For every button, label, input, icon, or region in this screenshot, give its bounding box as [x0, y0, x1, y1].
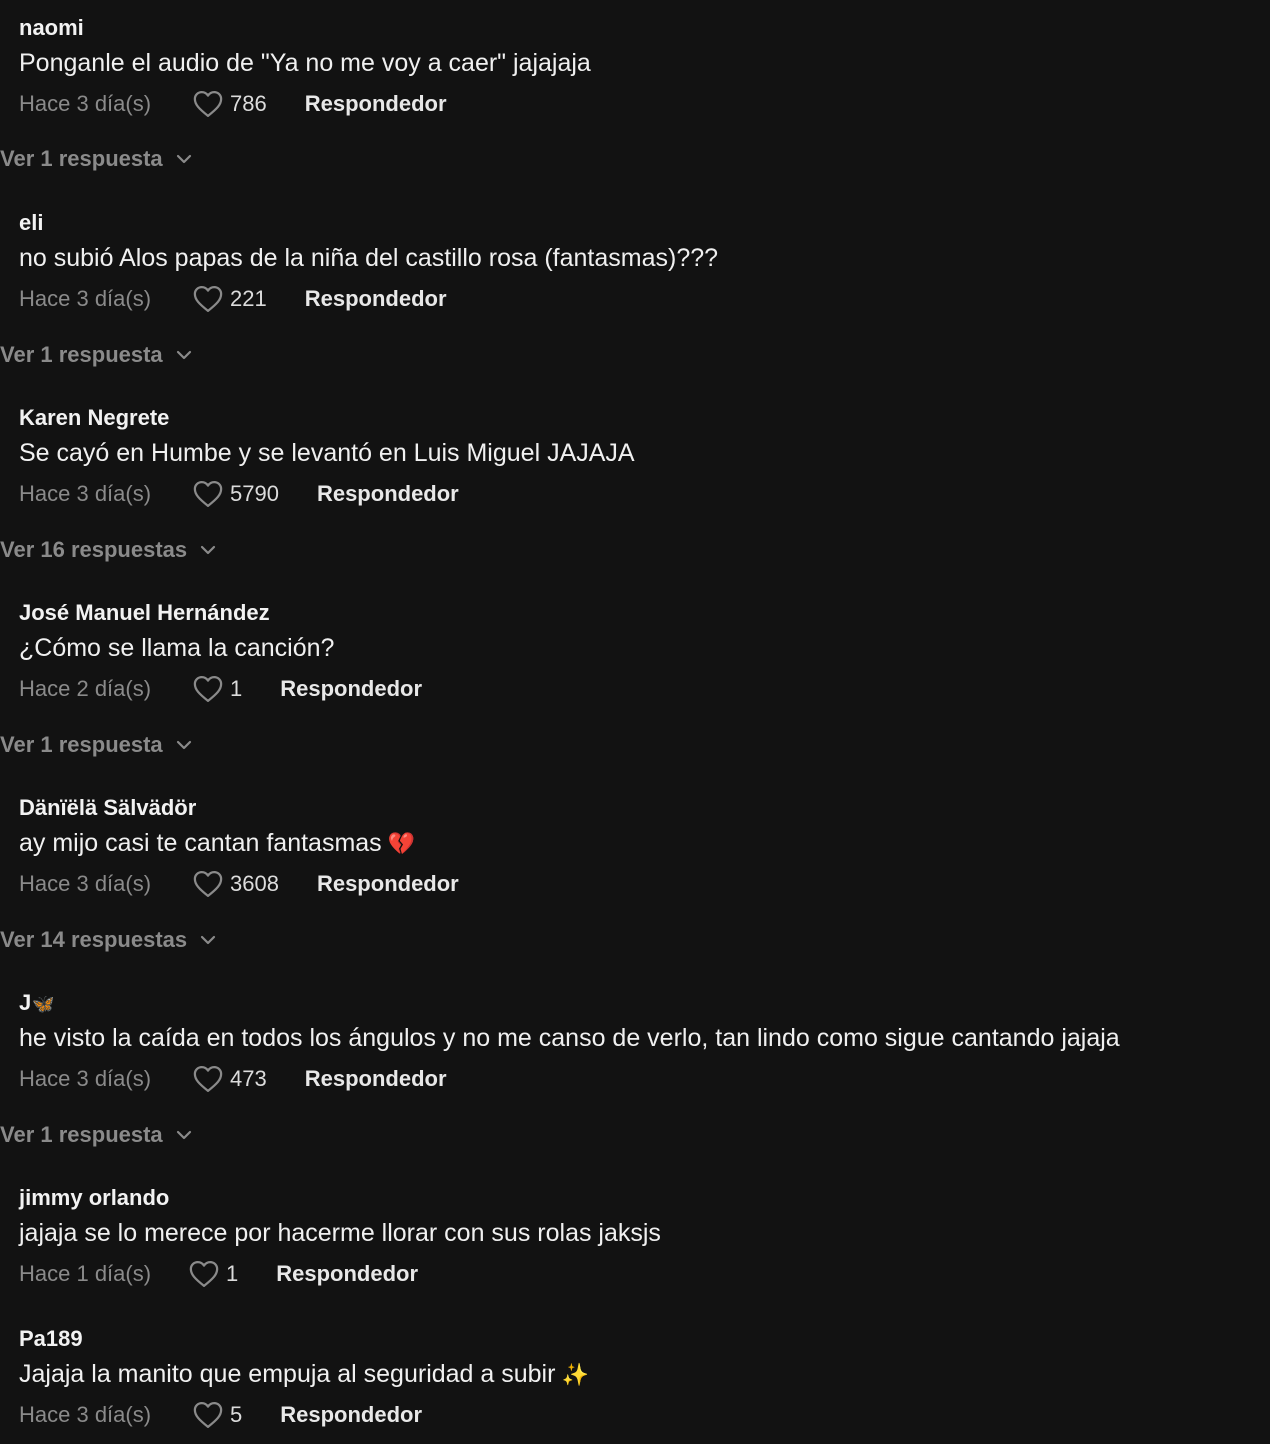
view-replies-label: Ver 1 respuesta	[0, 1122, 163, 1147]
like-count: 1	[230, 676, 243, 701]
heart-icon[interactable]	[193, 90, 223, 118]
chevron-down-icon	[199, 544, 217, 556]
comment-text: Jajaja la manito que empuja al seguridad…	[19, 1357, 589, 1393]
reply-button[interactable]: Respondedor	[280, 676, 422, 702]
like-count: 221	[230, 286, 267, 311]
comment-text: ay mijo casi te cantan fantasmas 💔	[19, 826, 415, 862]
like-button[interactable]: 3608	[193, 870, 317, 898]
comment-text-content: Jajaja la manito que empuja al seguridad…	[19, 1360, 556, 1388]
view-replies-label: Ver 14 respuestas	[0, 927, 188, 952]
comment-timestamp: Hace 3 día(s)	[19, 1066, 152, 1091]
comment-timestamp: Hace 3 día(s)	[19, 1402, 152, 1427]
comment-meta: Hace 3 día(s) 3608 Respondedor	[19, 868, 459, 900]
heart-icon[interactable]	[193, 870, 223, 898]
chevron-down-icon	[175, 1129, 193, 1141]
like-button[interactable]: 786	[193, 90, 305, 118]
heart-icon[interactable]	[193, 285, 223, 313]
heart-icon[interactable]	[193, 1401, 223, 1429]
heart-icon[interactable]	[189, 1260, 219, 1288]
comment-meta: Hace 1 día(s) 1 Respondedor	[19, 1258, 418, 1290]
like-button[interactable]: 1	[193, 675, 280, 703]
view-replies-button[interactable]: Ver 14 respuestas	[0, 926, 217, 954]
like-count: 5790	[230, 481, 279, 506]
sparkles-emoji: ✨	[561, 1363, 589, 1388]
comment-username[interactable]: Pa189	[19, 1325, 83, 1353]
comment-text: Se cayó en Humbe y se levantó en Luis Mi…	[19, 439, 635, 467]
comment-timestamp: Hace 2 día(s)	[19, 676, 152, 701]
comment-timestamp: Hace 3 día(s)	[19, 481, 152, 506]
comment-text: Ponganle el audio de "Ya no me voy a cae…	[19, 49, 591, 77]
comment-meta: Hace 3 día(s) 221 Respondedor	[19, 283, 447, 315]
reply-button[interactable]: Respondedor	[317, 481, 459, 507]
like-count: 473	[230, 1066, 267, 1091]
view-replies-label: Ver 1 respuesta	[0, 342, 163, 367]
comment-text: he visto la caída en todos los ángulos y…	[19, 1024, 1120, 1052]
view-replies-button[interactable]: Ver 1 respuesta	[0, 145, 193, 173]
view-replies-button[interactable]: Ver 1 respuesta	[0, 341, 193, 369]
reply-button[interactable]: Respondedor	[276, 1261, 418, 1287]
broken-heart-emoji: 💔	[387, 832, 416, 857]
comment-text: no subió Alos papas de la niña del casti…	[19, 244, 719, 272]
view-replies-button[interactable]: Ver 16 respuestas	[0, 536, 217, 564]
comment-meta: Hace 3 día(s) 473 Respondedor	[19, 1063, 447, 1095]
reply-button[interactable]: Respondedor	[280, 1402, 422, 1428]
reply-button[interactable]: Respondedor	[305, 286, 447, 312]
like-count: 1	[226, 1261, 239, 1286]
chevron-down-icon	[199, 934, 217, 946]
chevron-down-icon	[175, 739, 193, 751]
view-replies-button[interactable]: Ver 1 respuesta	[0, 731, 193, 759]
comment-username-text: J	[19, 990, 32, 1015]
view-replies-label: Ver 1 respuesta	[0, 146, 163, 171]
chevron-down-icon	[175, 153, 193, 165]
comment-text: jajaja se lo merece por hacerme llorar c…	[19, 1219, 661, 1247]
like-count: 5	[230, 1402, 243, 1427]
heart-icon[interactable]	[193, 1065, 223, 1093]
chevron-down-icon	[175, 349, 193, 361]
comment-meta: Hace 3 día(s) 5790 Respondedor	[19, 478, 459, 510]
comment-username[interactable]: Karen Negrete	[19, 404, 169, 432]
comment-username[interactable]: jimmy orlando	[19, 1184, 169, 1212]
comment-timestamp: Hace 3 día(s)	[19, 286, 152, 311]
comment-timestamp: Hace 3 día(s)	[19, 91, 152, 116]
like-button[interactable]: 473	[193, 1065, 305, 1093]
like-button[interactable]: 1	[189, 1260, 276, 1288]
like-button[interactable]: 5790	[193, 480, 317, 508]
comment-meta: Hace 3 día(s) 5 Respondedor	[19, 1399, 422, 1431]
reply-button[interactable]: Respondedor	[305, 91, 447, 117]
like-button[interactable]: 221	[193, 285, 305, 313]
view-replies-button[interactable]: Ver 1 respuesta	[0, 1121, 193, 1149]
comment-username[interactable]: Dänïëlä Sälvädör	[19, 794, 196, 822]
comment-timestamp: Hace 3 día(s)	[19, 871, 152, 896]
comment-username[interactable]: eli	[19, 209, 43, 237]
comment-username[interactable]: J🦋	[19, 989, 55, 1019]
view-replies-label: Ver 1 respuesta	[0, 732, 163, 757]
comment-username[interactable]: José Manuel Hernández	[19, 599, 270, 627]
butterfly-emoji: 🦋	[32, 994, 55, 1015]
heart-icon[interactable]	[193, 675, 223, 703]
comment-text: ¿Cómo se llama la canción?	[19, 634, 335, 662]
comment-meta: Hace 3 día(s) 786 Respondedor	[19, 88, 447, 120]
like-count: 786	[230, 91, 267, 116]
view-replies-label: Ver 16 respuestas	[0, 537, 188, 562]
heart-icon[interactable]	[193, 480, 223, 508]
like-count: 3608	[230, 871, 279, 896]
comment-meta: Hace 2 día(s) 1 Respondedor	[19, 673, 422, 705]
comment-text-content: ay mijo casi te cantan fantasmas	[19, 829, 382, 857]
comment-username[interactable]: naomi	[19, 14, 84, 42]
like-button[interactable]: 5	[193, 1401, 280, 1429]
reply-button[interactable]: Respondedor	[317, 871, 459, 897]
comment-timestamp: Hace 1 día(s)	[19, 1261, 152, 1286]
reply-button[interactable]: Respondedor	[305, 1066, 447, 1092]
